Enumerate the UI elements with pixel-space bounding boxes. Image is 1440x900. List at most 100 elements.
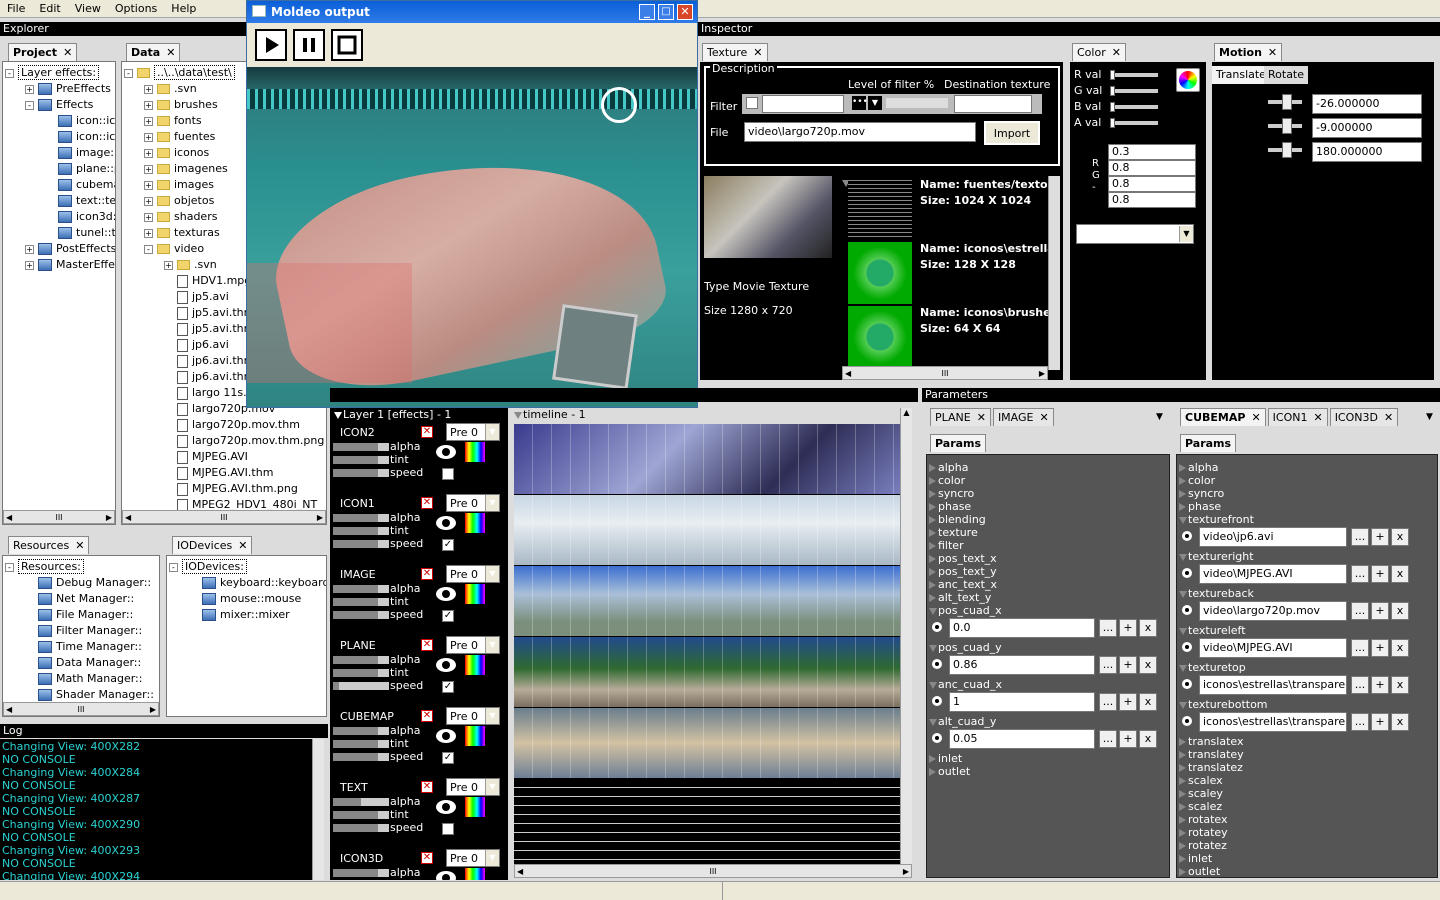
- tree-item[interactable]: tunel::tu: [5, 225, 115, 241]
- close-icon[interactable]: ✕: [753, 46, 762, 59]
- param-item[interactable]: pos_text_x: [929, 552, 1167, 565]
- param-item[interactable]: alt_cuad_y: [929, 715, 1167, 728]
- tab-object[interactable]: ICON1 ✕: [1267, 408, 1328, 426]
- browse-button[interactable]: ...: [1351, 639, 1369, 657]
- param-radio[interactable]: [931, 621, 943, 633]
- slider-handle[interactable]: [1282, 142, 1292, 158]
- visibility-eye-icon[interactable]: [435, 657, 457, 673]
- collapse-icon[interactable]: [1179, 664, 1187, 672]
- subtab-rotate[interactable]: Rotate: [1264, 66, 1309, 84]
- expand-icon[interactable]: [1179, 816, 1186, 824]
- param-radio[interactable]: [931, 695, 943, 707]
- expand-icon[interactable]: [929, 529, 936, 537]
- horizontal-scrollbar[interactable]: ◀ III ▶: [122, 510, 326, 524]
- tree-item[interactable]: - Layer effects:: [5, 65, 113, 81]
- collapse-icon[interactable]: -: [169, 562, 178, 572]
- speed-slider[interactable]: [333, 611, 389, 619]
- param-radio[interactable]: [1181, 604, 1193, 616]
- close-icon[interactable]: ✕: [238, 539, 247, 552]
- expand-icon[interactable]: [1179, 842, 1186, 850]
- motion-value-input[interactable]: -9.000000: [1312, 118, 1422, 138]
- collapse-icon[interactable]: [514, 411, 522, 419]
- expand-icon[interactable]: [929, 568, 936, 576]
- tree-item[interactable]: Debug Manager::: [5, 575, 157, 591]
- preconfig-select[interactable]: Pre 0 ▼: [446, 636, 500, 654]
- param-value-input[interactable]: iconos\estrellas\transparent.: [1199, 675, 1347, 695]
- layer-active-checkbox[interactable]: ✓: [442, 610, 454, 622]
- param-radio[interactable]: [1181, 530, 1193, 542]
- menu-item[interactable]: View: [68, 2, 108, 15]
- tint-gradient-icon[interactable]: [465, 797, 485, 817]
- layer-row[interactable]: TEXT ✕ Pre 0 ▼ alpha tint speed: [330, 777, 510, 848]
- tree-item[interactable]: Shader Manager::: [5, 687, 157, 703]
- tab-object[interactable]: CUBEMAP ✕: [1180, 408, 1266, 426]
- param-value-input[interactable]: 1: [949, 692, 1095, 712]
- tint-gradient-icon[interactable]: [465, 868, 485, 880]
- expand-icon[interactable]: [929, 581, 936, 589]
- close-icon[interactable]: ✕: [677, 4, 693, 20]
- menu-item[interactable]: Help: [164, 2, 203, 15]
- param-item[interactable]: alpha: [1179, 461, 1435, 474]
- horizontal-scrollbar[interactable]: ◀ III ▶: [842, 366, 1048, 380]
- expand-icon[interactable]: [1179, 790, 1186, 798]
- tree-item[interactable]: mouse::mouse: [169, 591, 324, 607]
- layer-active-checkbox[interactable]: ✓: [442, 681, 454, 693]
- collapse-icon[interactable]: -: [144, 244, 153, 254]
- remove-button[interactable]: x: [1139, 656, 1157, 674]
- param-item[interactable]: pos_text_y: [929, 565, 1167, 578]
- layer-row[interactable]: ICON2 ✕ Pre 0 ▼ alpha tint speed: [330, 422, 510, 493]
- layer-active-checkbox[interactable]: [442, 823, 454, 835]
- tree-item[interactable]: Data Manager::: [5, 655, 157, 671]
- param-item[interactable]: texturefront: [1179, 513, 1435, 526]
- layer-active-checkbox[interactable]: [442, 468, 454, 480]
- add-button[interactable]: +: [1371, 676, 1389, 694]
- tab-color[interactable]: Color ✕: [1072, 43, 1126, 61]
- timeline-track[interactable]: [514, 424, 900, 494]
- param-item[interactable]: anc_text_x: [929, 578, 1167, 591]
- timeline-track[interactable]: [514, 779, 900, 864]
- preconfig-select[interactable]: Pre 0 ▼: [446, 565, 500, 583]
- expand-icon[interactable]: [1179, 777, 1186, 785]
- remove-button[interactable]: x: [1139, 619, 1157, 637]
- param-item[interactable]: translatex: [1179, 735, 1435, 748]
- collapse-icon[interactable]: [334, 411, 342, 419]
- param-item[interactable]: inlet: [929, 752, 1167, 765]
- expand-icon[interactable]: [929, 503, 936, 511]
- visibility-eye-icon[interactable]: [435, 728, 457, 744]
- collapse-icon[interactable]: -: [5, 68, 14, 78]
- slider-handle[interactable]: [1282, 118, 1292, 134]
- menu-item[interactable]: Options: [108, 2, 164, 15]
- tree-item[interactable]: - Resources:: [5, 559, 157, 575]
- expand-icon[interactable]: +: [25, 84, 34, 94]
- tree-item[interactable]: MJPEG.AVI.thm: [124, 465, 324, 481]
- browse-button[interactable]: ...: [1099, 656, 1117, 674]
- color-slider[interactable]: [1110, 118, 1158, 128]
- preconfig-select[interactable]: Pre 0 ▼: [446, 849, 500, 867]
- param-value-input[interactable]: 0.86: [949, 655, 1095, 675]
- alpha-slider[interactable]: [333, 514, 389, 522]
- color-slider[interactable]: [1110, 86, 1158, 96]
- expand-icon[interactable]: +: [144, 132, 153, 142]
- browse-button[interactable]: ...: [1351, 602, 1369, 620]
- collapse-icon[interactable]: [929, 644, 937, 652]
- close-icon[interactable]: ✕: [63, 46, 72, 59]
- param-radio[interactable]: [1181, 641, 1193, 653]
- add-button[interactable]: +: [1371, 528, 1389, 546]
- expand-icon[interactable]: [929, 768, 936, 776]
- expand-icon[interactable]: +: [144, 164, 153, 174]
- layer-active-checkbox[interactable]: ✓: [442, 752, 454, 764]
- output-titlebar[interactable]: Moldeo output _ □ ✕: [247, 1, 697, 23]
- layer-row[interactable]: IMAGE ✕ Pre 0 ▼ alpha tint speed ✓: [330, 564, 510, 635]
- param-item[interactable]: texturetop: [1179, 661, 1435, 674]
- param-item[interactable]: rotatez: [1179, 839, 1435, 852]
- color-slider[interactable]: [1110, 70, 1158, 80]
- alpha-slider[interactable]: [333, 869, 389, 877]
- vertical-scrollbar[interactable]: [1048, 176, 1060, 370]
- tab-project[interactable]: Project ✕: [8, 43, 78, 61]
- timeline-track[interactable]: [514, 708, 900, 778]
- import-button[interactable]: Import: [984, 121, 1040, 145]
- expand-icon[interactable]: +: [144, 196, 153, 206]
- slider-handle[interactable]: [1110, 102, 1115, 112]
- tree-item[interactable]: icon3d:: [5, 209, 115, 225]
- timeline-track[interactable]: [514, 495, 900, 565]
